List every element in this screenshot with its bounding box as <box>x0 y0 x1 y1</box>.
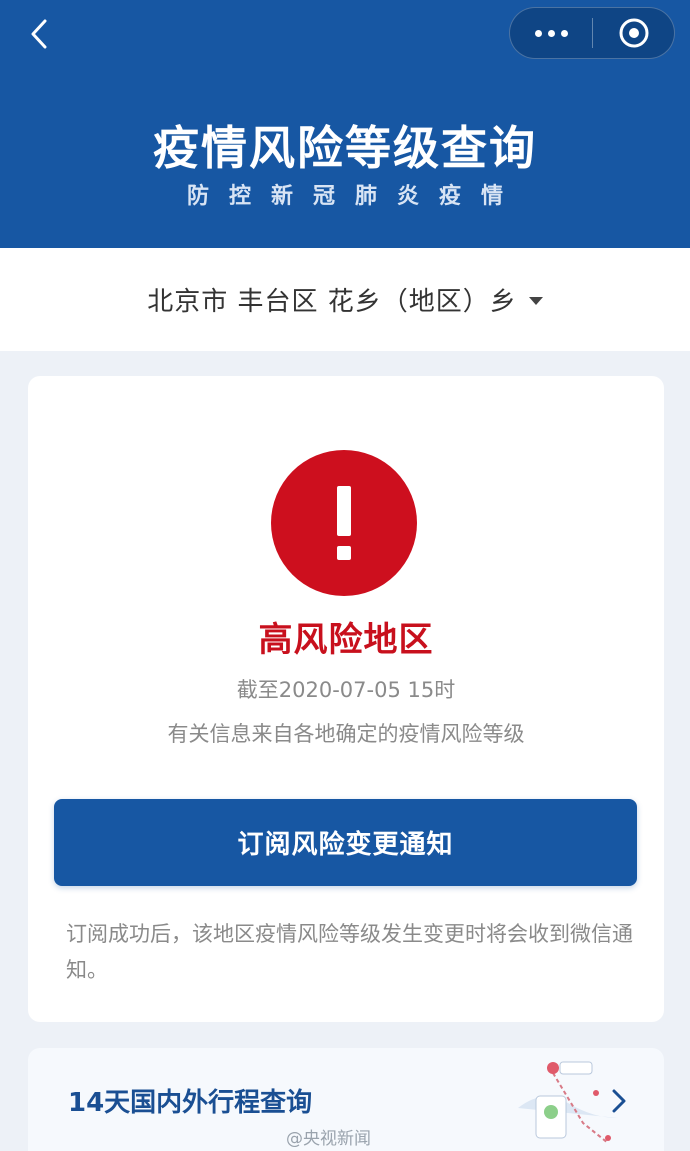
more-dots-icon <box>534 29 568 37</box>
back-button[interactable] <box>22 14 56 54</box>
more-button[interactable] <box>510 8 592 58</box>
subscribe-button[interactable]: 订阅风险变更通知 <box>54 799 637 886</box>
location-selector[interactable]: 北京市 丰台区 花乡（地区）乡 <box>0 248 690 351</box>
watermark-text: @央视新闻 <box>286 1129 371 1149</box>
risk-level: 高风险地区 <box>258 620 434 660</box>
close-circle-icon <box>619 18 648 48</box>
close-button[interactable] <box>593 8 674 58</box>
risk-card: 高风险地区 截至2020-07-05 15时 有关信息来自各地确定的疫情风险等级… <box>28 376 664 1022</box>
caret-down-icon <box>528 296 543 305</box>
menu-capsule <box>509 7 675 59</box>
exclamation-icon <box>271 450 417 596</box>
location-label: 北京市 丰台区 花乡（地区）乡 <box>147 287 517 317</box>
back-arrow-icon <box>31 19 47 49</box>
as-of-time: 截至2020-07-05 15时 <box>236 678 456 702</box>
chevron-right-icon <box>608 1088 630 1114</box>
header: 疫情风险等级查询 防控新冠肺炎疫情 <box>0 0 690 248</box>
watermark: @央视新闻 <box>286 1124 371 1149</box>
source-note: 有关信息来自各地确定的疫情风险等级 <box>167 722 525 746</box>
page-title: 疫情风险等级查询 <box>153 121 537 175</box>
page-subtitle: 防控新冠肺炎疫情 <box>186 184 523 209</box>
trip-query-label: 14天国内外行程查询 <box>68 1088 313 1118</box>
subscribe-description: 订阅成功后，该地区疫情风险等级发生变更时将会收到微信通知。 <box>66 922 633 982</box>
